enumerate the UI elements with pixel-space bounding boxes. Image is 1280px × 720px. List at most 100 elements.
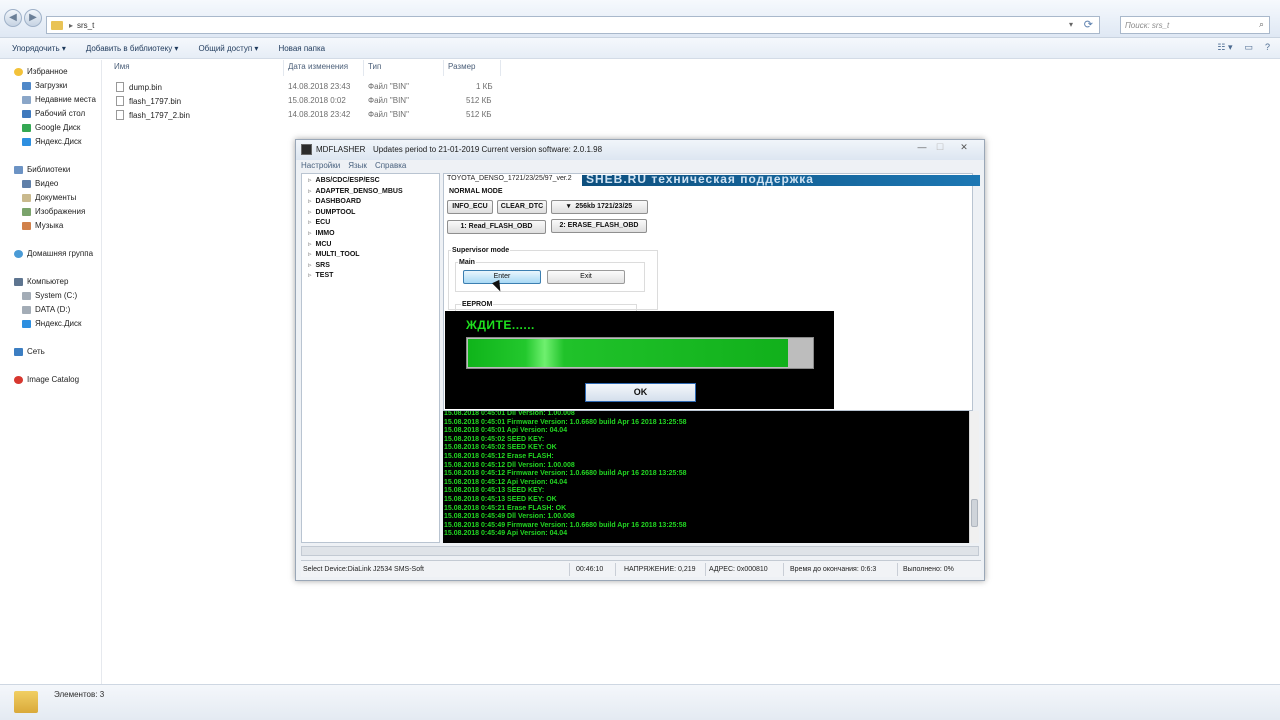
column-type[interactable]: Тип	[368, 62, 381, 71]
breadcrumb-arrow-icon: ▸	[69, 20, 74, 30]
organize-button[interactable]: Упорядочить ▾	[12, 44, 66, 53]
nav-yandex-disk[interactable]: Яндекс.Диск	[22, 137, 82, 146]
preview-pane-icon[interactable]: ▭	[1244, 42, 1253, 53]
tree-item-label: SRS	[315, 261, 330, 269]
menu-language[interactable]: Язык	[348, 161, 367, 172]
expand-icon: ▹	[308, 272, 312, 280]
nav-documents-label: Документы	[35, 193, 77, 202]
nav-music[interactable]: Музыка	[22, 221, 63, 230]
tree-item-ecu[interactable]: ▹ ECU	[308, 218, 330, 226]
menu-settings[interactable]: Настройки	[301, 161, 340, 172]
nav-documents[interactable]: Документы	[22, 193, 76, 202]
nav-downloads[interactable]: Загрузки	[22, 81, 67, 90]
tree-item-multi-tool[interactable]: ▹ MULTI_TOOL	[308, 250, 360, 258]
log-line: 15.08.2018 0:45:01 Api Version: 04.04	[444, 427, 568, 435]
nav-image-catalog[interactable]: Image Catalog	[14, 375, 79, 384]
wait-message: ЖДИТЕ......	[466, 318, 535, 332]
enter-button[interactable]: Enter	[463, 270, 541, 284]
column-size[interactable]: Размер	[448, 62, 476, 71]
column-date[interactable]: Дата изменения	[288, 62, 348, 71]
tree-item-abs[interactable]: ▹ ABS/CDC/ESP/ESC	[308, 176, 380, 184]
address-field[interactable]: ▸ srs_t ▾ ⟳	[46, 16, 1100, 34]
info-ecu-button[interactable]: INFO_ECU	[447, 200, 493, 214]
exit-button[interactable]: Exit	[547, 270, 625, 284]
refresh-icon[interactable]: ⟳	[1084, 18, 1093, 31]
column-divider[interactable]	[443, 60, 444, 76]
expand-icon: ▹	[308, 261, 312, 269]
homegroup-icon	[14, 249, 23, 258]
ok-button[interactable]: OK	[585, 383, 696, 402]
new-folder-button[interactable]: Новая папка	[278, 44, 325, 53]
nav-google-drive[interactable]: Google Диск	[22, 123, 80, 132]
breadcrumb[interactable]: srs_t	[77, 21, 94, 30]
nav-homegroup[interactable]: Домашняя группа	[14, 249, 93, 258]
help-icon[interactable]: ?	[1265, 42, 1270, 53]
file-size: 512 КБ	[466, 110, 492, 119]
window-title-bar[interactable]: MDFLASHER Updates period to 21-01-2019 C…	[296, 140, 984, 160]
tree-item-label: MCU	[315, 240, 332, 248]
scrollbar-thumb[interactable]	[971, 499, 978, 527]
nav-homegroup-label: Домашняя группа	[27, 249, 94, 258]
share-button[interactable]: Общий доступ ▾	[198, 44, 258, 53]
file-size: 1 КБ	[476, 82, 493, 91]
nav-computer[interactable]: Компьютер	[14, 277, 68, 286]
flash-size-dropdown[interactable]: ▾ 256kb 1721/23/25	[551, 200, 648, 214]
tab-toyota-denso[interactable]: TOYOTA_DENSO_1721/23/25/97_ver.2	[447, 175, 572, 182]
log-line: 15.08.2018 0:45:02 SEED KEY: OK	[444, 444, 557, 452]
log-line: 15.08.2018 0:45:13 SEED KEY:	[444, 487, 545, 495]
view-options-icon[interactable]: ☷ ▾	[1217, 42, 1232, 53]
tree-item-test[interactable]: ▹ TEST	[308, 271, 333, 279]
tree-item-dashboard[interactable]: ▹ DASHBOARD	[308, 197, 361, 205]
normal-mode-label: NORMAL MODE	[449, 188, 503, 195]
log-line: 15.08.2018 0:45:02 SEED KEY:	[444, 435, 545, 443]
tree-item-immo[interactable]: ▹ IMMO	[308, 229, 335, 237]
nav-pictures[interactable]: Изображения	[22, 207, 85, 216]
file-icon	[116, 96, 124, 106]
status-divider	[783, 563, 784, 576]
device-status: Select Device:DiaLink J2534 SMS-Soft	[303, 566, 424, 573]
nav-favorites[interactable]: Избранное	[14, 67, 68, 76]
log-line: 15.08.2018 0:45:12 Dll Version: 1.00.008	[444, 461, 575, 469]
erase-flash-button[interactable]: 2: ERASE_FLASH_OBD	[551, 219, 647, 233]
maximize-button[interactable]: ☐	[933, 142, 947, 154]
column-divider[interactable]	[283, 60, 284, 76]
nav-desktop[interactable]: Рабочий стол	[22, 109, 85, 118]
nav-yandex-disk-drive[interactable]: Яндекс.Диск	[22, 319, 82, 328]
image-catalog-icon	[14, 375, 23, 384]
column-divider[interactable]	[363, 60, 364, 76]
add-to-library-button[interactable]: Добавить в библиотеку ▾	[86, 44, 179, 53]
back-button[interactable]: ◀	[4, 9, 22, 27]
nav-libraries[interactable]: Библиотеки	[14, 165, 70, 174]
nav-drive-c[interactable]: System (C:)	[22, 291, 77, 300]
nav-network[interactable]: Сеть	[14, 347, 45, 356]
wait-dialog: ЖДИТЕ...... OK	[445, 311, 834, 409]
nav-libraries-label: Библиотеки	[27, 165, 71, 174]
tree-item-label: MULTI_TOOL	[315, 251, 360, 259]
menu-help[interactable]: Справка	[375, 161, 406, 172]
log-line: 15.08.2018 0:45:01 Dll Version: 1.00.008	[444, 411, 575, 417]
expand-icon: ▹	[308, 198, 312, 206]
read-flash-button[interactable]: 1: Read_FLASH_OBD	[447, 220, 546, 234]
clear-dtc-button[interactable]: CLEAR_DTC	[497, 200, 547, 214]
tree-item-srs[interactable]: ▹ SRS	[308, 261, 330, 269]
close-button[interactable]: ✕	[951, 142, 977, 154]
tree-item-mcu[interactable]: ▹ MCU	[308, 240, 331, 248]
tree-item-adapter-denso[interactable]: ▹ ADAPTER_DENSO_MBUS	[308, 187, 403, 195]
explorer-toolbar: Упорядочить ▾ Добавить в библиотеку ▾ Об…	[0, 38, 1280, 59]
explorer-status-bar: Элементов: 3	[0, 684, 1280, 720]
minimize-button[interactable]: —	[915, 142, 929, 154]
tree-item-dumptool[interactable]: ▹ DUMPTOOL	[308, 208, 355, 216]
log-scrollbar[interactable]	[969, 411, 979, 543]
forward-button[interactable]: ▶	[24, 9, 42, 27]
nav-yandex-disk-drive-label: Яндекс.Диск	[35, 319, 82, 328]
nav-recent[interactable]: Недавние места	[22, 95, 96, 104]
chevron-down-icon[interactable]: ▾	[1069, 20, 1073, 29]
log-output[interactable]: 15.08.2018 0:45:01 Dll Version: 1.00.008…	[443, 411, 969, 543]
nav-drive-d[interactable]: DATA (D:)	[22, 305, 70, 314]
column-name[interactable]: Имя	[114, 62, 130, 71]
nav-videos[interactable]: Видео	[22, 179, 58, 188]
column-divider[interactable]	[500, 60, 501, 76]
search-input[interactable]: Поиск: srs_t ⌕	[1120, 16, 1270, 34]
horizontal-scrollbar[interactable]	[301, 546, 979, 556]
dropdown-value: 256kb 1721/23/25	[575, 203, 633, 210]
